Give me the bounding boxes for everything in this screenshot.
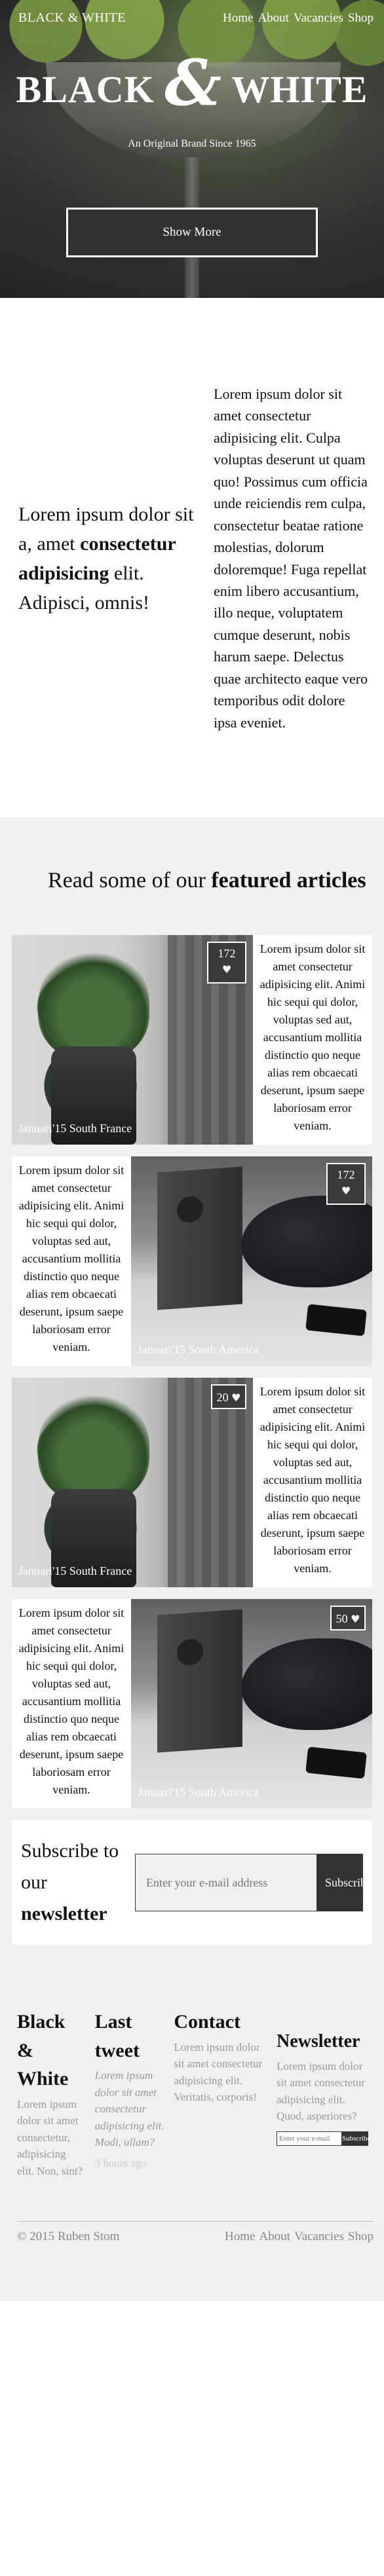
- footer-col-newsletter-title: Newsletter: [276, 2031, 360, 2052]
- like-count: 172: [218, 947, 236, 961]
- phone-image: [305, 1304, 367, 1336]
- footer-col-tweet: Last tweet Lorem ipsum dolor sit amet co…: [95, 2008, 164, 2179]
- footer-col-contact-text: Lorem ipsum dolor sit amet consectetur a…: [174, 2040, 263, 2104]
- featured-title-text: Read some of our: [48, 868, 212, 892]
- speaker-cube-image: [157, 1609, 242, 1753]
- footer-links: Home About Vacancies Shop: [225, 2230, 374, 2244]
- article-card[interactable]: 172 ♥ Januari'15 South France Lorem ipsu…: [12, 935, 372, 1145]
- featured-section: Read some of our featured articles 172 ♥…: [0, 817, 384, 1962]
- subscribe-title-text: Subscribe to our: [21, 1840, 119, 1894]
- article-text: Lorem ipsum dolor sit amet consectetur a…: [259, 942, 366, 1133]
- article-text: Lorem ipsum dolor sit amet consectetur a…: [18, 1164, 125, 1354]
- subscribe-email-input[interactable]: [135, 1854, 317, 1912]
- heart-icon: ♥: [231, 1391, 241, 1405]
- article-caption: Januari'15 South America: [138, 1786, 259, 1799]
- footer-col-about-title: Black & White: [17, 2011, 69, 2090]
- footer-link-shop[interactable]: Shop: [348, 2230, 374, 2244]
- article-caption: Januari'15 South France: [18, 1122, 132, 1135]
- footer-bottom-bar: © 2015 Ruben Stom Home About Vacancies S…: [17, 2221, 374, 2244]
- footer-col-newsletter: Newsletter Lorem ipsum dolor sit amet co…: [276, 2008, 374, 2179]
- article-image[interactable]: 50 ♥ Januari'15 South America: [131, 1599, 372, 1809]
- article-card[interactable]: 20 ♥ Januari'15 South France Lorem ipsum…: [12, 1378, 372, 1588]
- subscribe-form: Subscribe: [135, 1854, 363, 1912]
- article-caption: Januari'15 South America: [138, 1343, 259, 1357]
- nav-link-about[interactable]: About: [258, 11, 289, 26]
- hero-section: BLACK & WHITE Home About Vacancies Shop …: [0, 0, 384, 298]
- like-badge[interactable]: 172 ♥: [207, 942, 246, 984]
- article-image[interactable]: 20 ♥ Januari'15 South France: [12, 1378, 253, 1588]
- footer-col-about: Black & White Lorem ipsum dolor sit amet…: [17, 2008, 85, 2179]
- footer-link-about[interactable]: About: [259, 2230, 290, 2244]
- like-count: 50: [336, 1612, 348, 1626]
- article-caption: Januari'15 South France: [18, 1564, 132, 1578]
- nav-links: Home About Vacancies Shop: [223, 11, 374, 26]
- footer-col-about-text: Lorem ipsum dolor sit amet consectetur, …: [17, 2097, 83, 2177]
- heart-icon: ♥: [351, 1613, 360, 1626]
- like-count: 20: [216, 1391, 229, 1405]
- footer-col-tweet-text: Lorem ipsum dolor sit amet consectetur a…: [94, 2069, 164, 2149]
- like-badge[interactable]: 20 ♥: [211, 1384, 246, 1410]
- article-card[interactable]: Lorem ipsum dolor sit amet consectetur a…: [12, 1156, 372, 1367]
- nav-link-vacancies[interactable]: Vacancies: [294, 11, 343, 26]
- article-text: Lorem ipsum dolor sit amet consectetur a…: [259, 1385, 366, 1575]
- intro-body: Lorem ipsum dolor sit amet consectetur a…: [214, 386, 368, 731]
- speaker-cube-image: [157, 1166, 242, 1310]
- footer-col-contact: Contact Lorem ipsum dolor sit amet conse…: [174, 2008, 267, 2179]
- show-more-button[interactable]: Show More: [66, 208, 318, 257]
- cap-image: [241, 1196, 372, 1288]
- footer: Black & White Lorem ipsum dolor sit amet…: [0, 1962, 384, 2302]
- top-nav: BLACK & WHITE Home About Vacancies Shop: [0, 0, 384, 26]
- brand-logo[interactable]: BLACK & WHITE: [18, 10, 126, 26]
- heart-icon: ♥: [221, 963, 232, 976]
- featured-title-bold: featured articles: [211, 868, 366, 892]
- hero-title: BLACK & WHITE: [0, 52, 384, 115]
- plant-leaves-image: [38, 948, 149, 1060]
- nav-link-shop[interactable]: Shop: [348, 11, 374, 26]
- footer-newsletter-form: Subscribe: [276, 2131, 374, 2146]
- footer-col-tweet-title: Last tweet: [94, 2011, 140, 2061]
- copyright-text: © 2015 Ruben Stom: [17, 2230, 120, 2244]
- footer-col-newsletter-text: Lorem ipsum dolor sit amet consectetur a…: [276, 2059, 365, 2123]
- footer-link-vacancies[interactable]: Vacancies: [294, 2230, 344, 2244]
- heart-icon: ♥: [341, 1184, 351, 1197]
- like-badge[interactable]: 50 ♥: [330, 1606, 366, 1631]
- footer-email-input[interactable]: [276, 2131, 342, 2146]
- hero-tagline: An Original Brand Since 1965: [128, 138, 256, 149]
- footer-subscribe-button[interactable]: Subscribe: [341, 2131, 368, 2146]
- window-bars-image: [168, 1378, 253, 1588]
- subscribe-button[interactable]: Subscribe: [317, 1854, 363, 1912]
- footer-columns: Black & White Lorem ipsum dolor sit amet…: [17, 2008, 374, 2179]
- footer-link-home[interactable]: Home: [225, 2230, 255, 2244]
- subscribe-title: Subscribe to our newsletter: [21, 1835, 135, 1930]
- article-card[interactable]: Lorem ipsum dolor sit amet consectetur a…: [12, 1599, 372, 1809]
- like-badge[interactable]: 172 ♥: [326, 1163, 366, 1205]
- subscribe-title-bold: newsletter: [21, 1903, 107, 1925]
- intro-lead: Lorem ipsum dolor sit a, amet consectetu…: [18, 500, 208, 617]
- cap-image: [241, 1638, 372, 1731]
- article-image[interactable]: 172 ♥ Januari'15 South France: [12, 935, 253, 1145]
- nav-link-home[interactable]: Home: [223, 11, 253, 26]
- hero-title-ampersand: &: [164, 46, 222, 120]
- plant-leaves-image: [38, 1391, 149, 1503]
- intro-section: Lorem ipsum dolor sit a, amet consectetu…: [0, 298, 384, 817]
- hero-title-white: WHITE: [231, 68, 368, 111]
- article-image[interactable]: 172 ♥ Januari'15 South America: [131, 1156, 372, 1367]
- tweet-timestamp: 3 hours ago: [94, 2156, 147, 2169]
- like-count: 172: [337, 1168, 355, 1182]
- hero-title-black: BLACK: [16, 68, 155, 111]
- phone-image: [305, 1746, 367, 1779]
- article-text: Lorem ipsum dolor sit amet consectetur a…: [18, 1606, 125, 1797]
- featured-title: Read some of our featured articles: [12, 863, 372, 898]
- subscribe-section: Subscribe to our newsletter Subscribe: [12, 1820, 372, 1945]
- footer-col-contact-title: Contact: [174, 2011, 240, 2033]
